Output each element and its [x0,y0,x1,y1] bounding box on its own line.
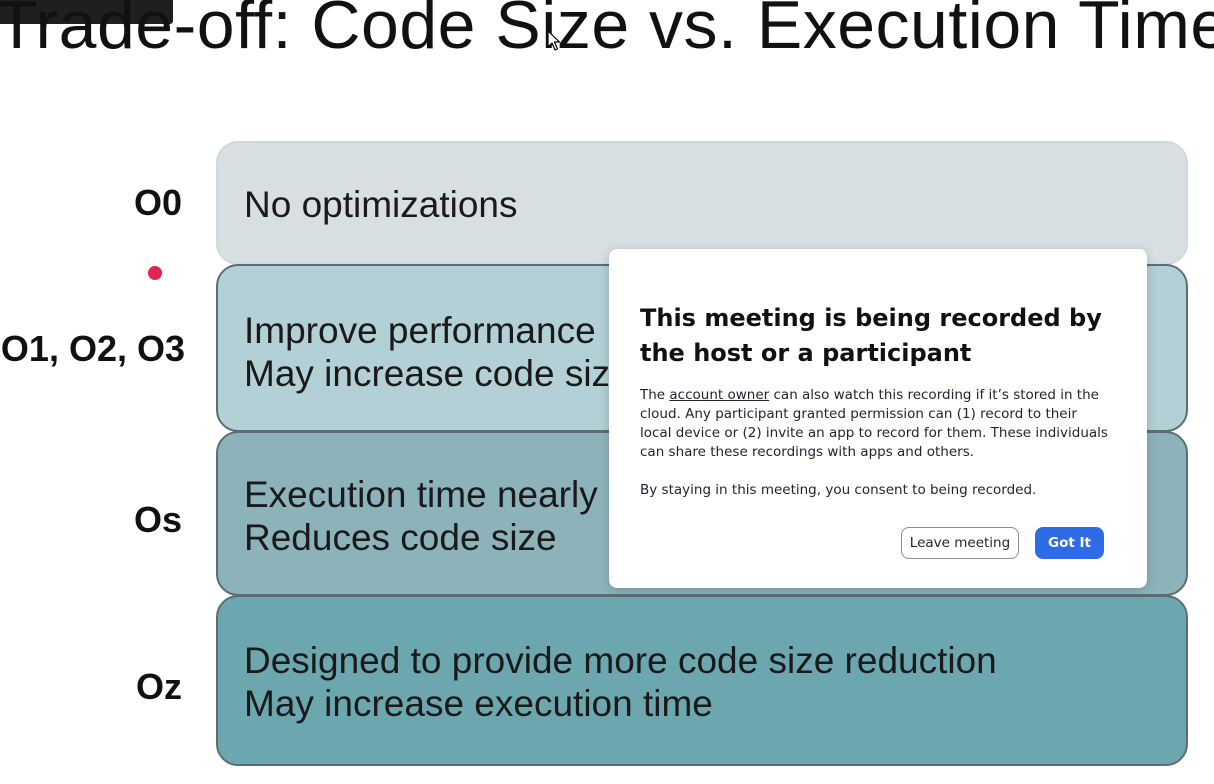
slide-title: Trade-off: Code Size vs. Execution Time [0,0,1214,63]
row-oz-line1: Designed to provide more code size reduc… [244,640,997,681]
laser-pointer-dot [148,266,162,280]
row-oz-line2: May increase execution time [244,683,713,724]
mouse-cursor-icon [547,30,561,51]
dialog-body-paragraph: The account owner can also watch this re… [640,386,1110,462]
level-label-os: Os [133,499,182,540]
recording-consent-dialog: This meeting is being recorded by the ho… [609,249,1147,588]
row-o1-line2: May increase code siz [244,353,611,394]
level-label-o1-o2-o3: O1, O2, O3 [0,328,185,369]
dialog-body-prefix: The [640,387,670,403]
dialog-title: This meeting is being recorded by the ho… [640,304,1102,367]
leave-meeting-button[interactable]: Leave meeting [901,527,1019,559]
dialog-body: The account owner can also watch this re… [640,386,1110,500]
account-owner-link[interactable]: account owner [669,387,769,403]
got-it-button[interactable]: Got It [1035,527,1104,559]
row-o0-line1: No optimizations [244,184,518,225]
row-os-line2: Reduces code size [244,517,557,558]
row-box-o0: No optimizations [216,141,1188,265]
level-label-oz: Oz [135,666,182,707]
dialog-consent-text: By staying in this meeting, you consent … [640,482,1037,498]
row-os-line1: Execution time nearly [244,474,598,515]
row-o1-line1: Improve performance [244,310,596,351]
row-box-oz: Designed to provide more code size reduc… [216,595,1188,766]
level-label-o0: O0 [133,182,182,223]
